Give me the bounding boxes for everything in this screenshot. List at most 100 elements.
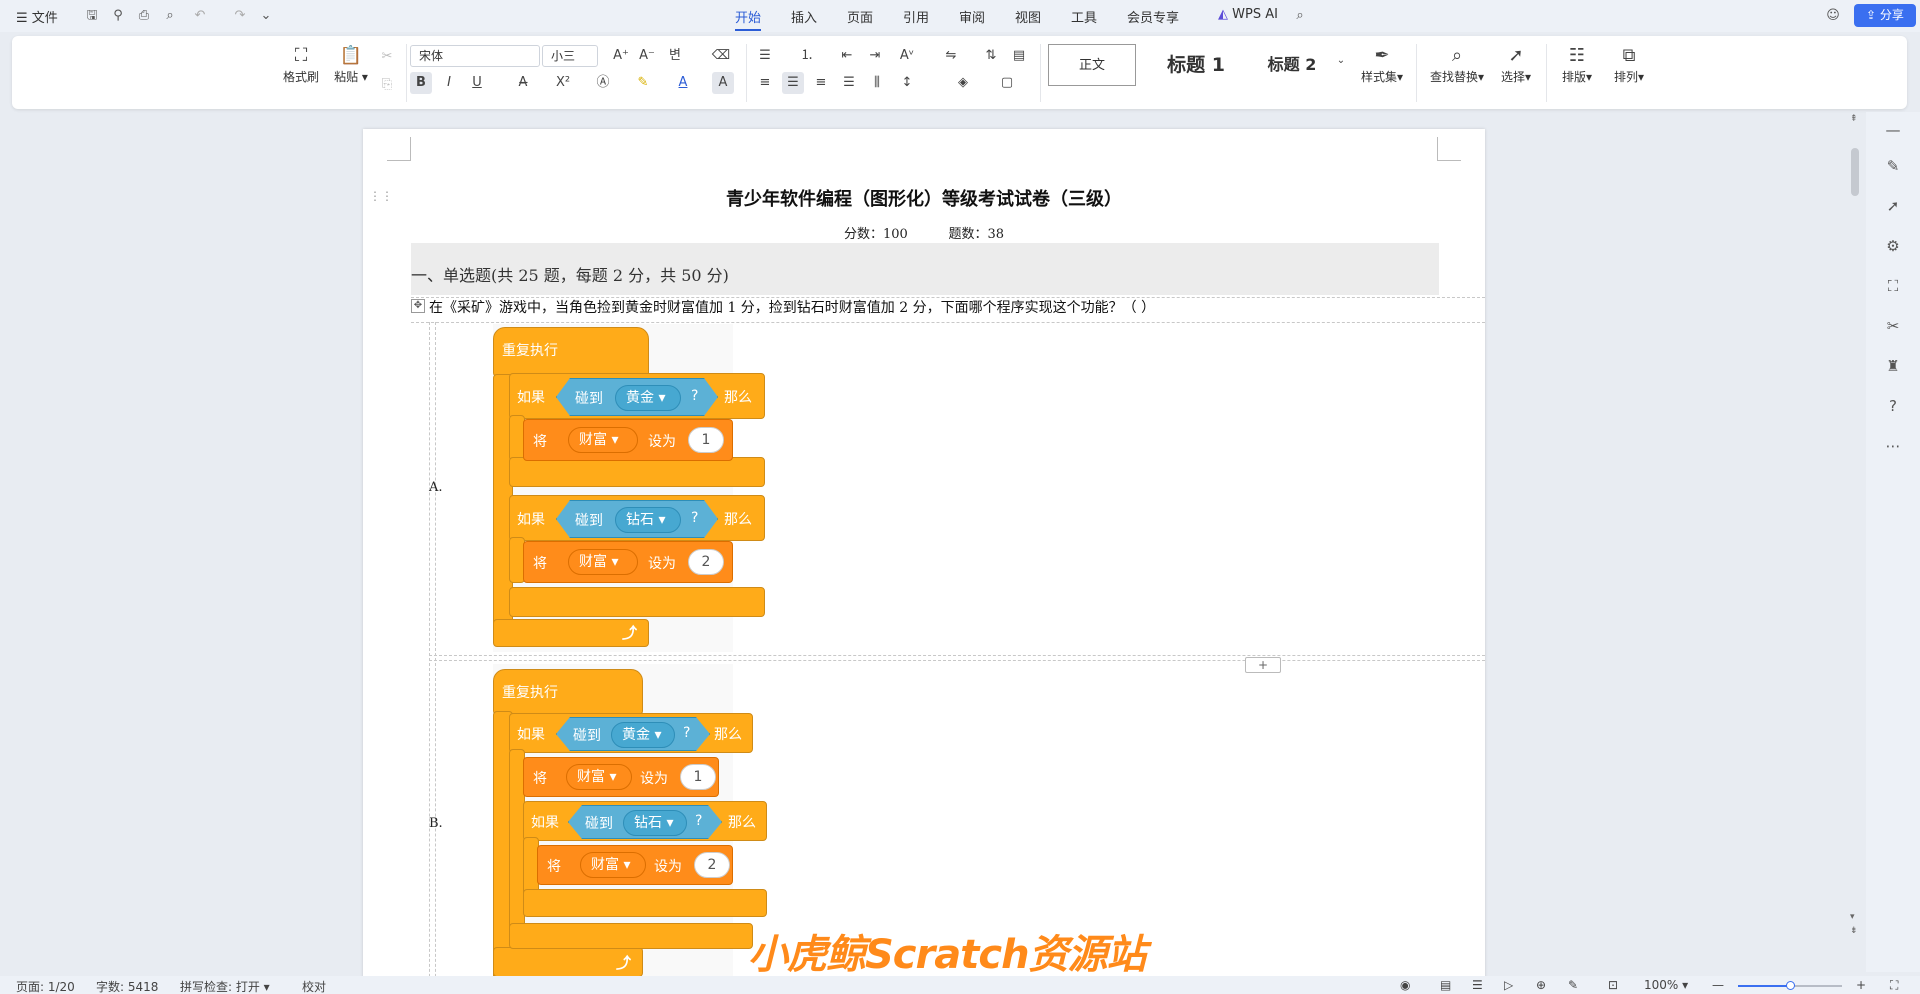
table-move-icon[interactable]: ✥ xyxy=(411,299,425,313)
wps-ai-button[interactable]: ◭ WPS AI xyxy=(1218,7,1278,22)
variable-dropdown[interactable]: 财富 ▾ xyxy=(580,852,646,878)
arrange-button[interactable]: ⧉ 排列▾ xyxy=(1606,44,1652,85)
variable-dropdown[interactable]: 财富 ▾ xyxy=(566,764,632,790)
proofread-button[interactable]: 校对 xyxy=(302,978,326,994)
variable-dropdown[interactable]: 财富 ▾ xyxy=(568,427,638,453)
bullet-list-icon[interactable]: ☰ xyxy=(754,45,776,67)
save-icon[interactable]: 🖫 xyxy=(84,8,100,24)
shirt-icon[interactable]: ♜ xyxy=(1883,356,1903,376)
add-row-button[interactable]: + xyxy=(1245,657,1281,673)
decrease-indent-icon[interactable]: ⇤ xyxy=(836,45,858,67)
tab-review[interactable]: 审阅 xyxy=(959,7,985,26)
copy-icon[interactable]: ⎘ xyxy=(376,74,398,96)
word-count[interactable]: 字数: 5418 xyxy=(96,978,158,994)
vertical-scrollbar[interactable]: ⇞ ▾ ⇟ xyxy=(1846,112,1864,972)
paste-button[interactable]: 📋 粘贴 ▾ xyxy=(328,44,374,85)
format-painter-button[interactable]: ⛶ 格式刷 xyxy=(278,44,324,85)
justify-icon[interactable]: ☰ xyxy=(838,72,860,94)
redo-icon[interactable]: ↷ xyxy=(232,8,248,24)
tab-page[interactable]: 页面 xyxy=(847,7,873,26)
print-icon[interactable]: ⎙ xyxy=(136,8,152,24)
line-spacing-icon[interactable]: ↕ xyxy=(896,72,918,94)
text-effect-icon[interactable]: Ⓐ xyxy=(592,72,614,94)
italic-button[interactable]: I xyxy=(438,72,460,94)
border-icon[interactable]: ▢ xyxy=(996,72,1018,94)
touching-dropdown[interactable]: 钻石 ▾ xyxy=(623,810,687,836)
select-icon[interactable]: ➚ xyxy=(1883,196,1903,216)
page-view-icon[interactable]: ▤ xyxy=(1440,978,1451,992)
collapse-icon[interactable]: — xyxy=(1883,120,1903,140)
page-indicator[interactable]: 页面: 1/20 xyxy=(16,978,75,994)
shrink-font-icon[interactable]: A⁻ xyxy=(636,45,658,67)
font-color-button[interactable]: A xyxy=(672,72,694,94)
value-input[interactable]: 2 xyxy=(694,852,730,878)
pen-icon[interactable]: ✎ xyxy=(1568,978,1578,992)
style-heading-1[interactable]: 标题 1 xyxy=(1148,44,1244,86)
zoom-select[interactable]: 100% ▾ xyxy=(1644,978,1688,992)
tab-view[interactable]: 视图 xyxy=(1015,7,1041,26)
adjust-icon[interactable]: ⚙ xyxy=(1883,236,1903,256)
increase-indent-icon[interactable]: ⇥ xyxy=(864,45,886,67)
zoom-slider-thumb[interactable] xyxy=(1786,981,1795,990)
edit-icon[interactable]: ✎ xyxy=(1883,156,1903,176)
value-input[interactable]: 2 xyxy=(688,549,724,575)
align-right-icon[interactable]: ≡ xyxy=(810,72,832,94)
file-menu[interactable]: ☰ 文件 xyxy=(16,7,58,26)
select-button[interactable]: ➚ 选择▾ xyxy=(1492,44,1540,85)
print-preview-icon[interactable]: ⌕ xyxy=(162,8,178,24)
spell-check-toggle[interactable]: 拼写检查: 打开 ▾ xyxy=(180,978,270,994)
zoom-slider[interactable] xyxy=(1738,981,1842,990)
style-gallery-more-icon[interactable]: ⌄ xyxy=(1330,50,1352,72)
align-left-icon[interactable]: ≡ xyxy=(754,72,776,94)
phonetic-icon[interactable]: 변 xyxy=(664,45,686,67)
eye-icon[interactable]: ◉ xyxy=(1400,978,1410,992)
underline-button[interactable]: U xyxy=(466,72,488,94)
help-icon[interactable]: ? xyxy=(1883,396,1903,416)
strikethrough-icon[interactable]: A̶ xyxy=(512,72,534,94)
undo-icon[interactable]: ↶ xyxy=(192,8,208,24)
tools-icon[interactable]: ✂ xyxy=(1883,316,1903,336)
share-button[interactable]: ⇪ 分享 xyxy=(1854,4,1916,27)
tab-home[interactable]: 开始 xyxy=(735,7,762,31)
grow-font-icon[interactable]: A⁺ xyxy=(610,45,632,67)
align-center-icon[interactable]: ☰ xyxy=(782,72,804,94)
style-normal[interactable]: 正文 xyxy=(1048,44,1136,86)
scrollbar-thumb[interactable] xyxy=(1851,148,1859,196)
tab-insert[interactable]: 插入 xyxy=(791,7,817,26)
web-view-icon[interactable]: ⊕ xyxy=(1536,978,1546,992)
font-size-select[interactable]: 小三 xyxy=(542,45,598,67)
chinese-layout-icon[interactable]: ⇋ xyxy=(940,45,962,67)
touching-dropdown[interactable]: 钻石 ▾ xyxy=(615,507,681,533)
sort-icon[interactable]: ⇅ xyxy=(980,45,1002,67)
fullscreen-icon[interactable]: ⛶ xyxy=(1890,978,1898,993)
text-direction-icon[interactable]: Aᵛ xyxy=(896,45,918,67)
image-edit-icon[interactable]: ⛶ xyxy=(1883,276,1903,296)
number-list-icon[interactable]: ⒈ xyxy=(796,45,818,67)
comment-icon[interactable]: ☺ xyxy=(1825,8,1841,24)
fit-page-icon[interactable]: ⊡ xyxy=(1608,978,1618,992)
zoom-out-icon[interactable]: — xyxy=(1712,978,1724,992)
value-input[interactable]: 1 xyxy=(688,427,724,453)
style-heading-2[interactable]: 标题 2 xyxy=(1252,44,1332,86)
distribute-icon[interactable]: ⫼ xyxy=(866,72,888,94)
tab-references[interactable]: 引用 xyxy=(903,7,929,26)
clear-format-icon[interactable]: ⌫ xyxy=(710,45,732,67)
style-set-button[interactable]: ✒ 样式集▾ xyxy=(1352,44,1412,85)
touching-dropdown[interactable]: 黄金 ▾ xyxy=(615,385,681,411)
play-icon[interactable]: ▷ xyxy=(1504,978,1513,992)
layout-button[interactable]: ☷ 排版▾ xyxy=(1554,44,1600,85)
zoom-in-icon[interactable]: + xyxy=(1856,978,1866,992)
value-input[interactable]: 1 xyxy=(680,764,716,790)
tab-member[interactable]: 会员专享 xyxy=(1127,7,1179,26)
scroll-up-icon[interactable]: ⇞ xyxy=(1850,114,1858,124)
find-replace-button[interactable]: ⌕ 查找替换▾ xyxy=(1424,44,1490,85)
more-quick-icon[interactable]: ⌄ xyxy=(258,8,274,24)
bold-button[interactable]: B xyxy=(410,72,432,94)
shading-icon[interactable]: ◈ xyxy=(952,72,974,94)
quick-format-icon[interactable]: ⚲ xyxy=(110,8,126,24)
tab-tools[interactable]: 工具 xyxy=(1071,7,1097,26)
variable-dropdown[interactable]: 财富 ▾ xyxy=(568,549,638,575)
touching-dropdown[interactable]: 黄金 ▾ xyxy=(611,722,675,748)
show-marks-icon[interactable]: ▤ xyxy=(1008,45,1030,67)
search-icon[interactable]: ⌕ xyxy=(1292,8,1308,24)
